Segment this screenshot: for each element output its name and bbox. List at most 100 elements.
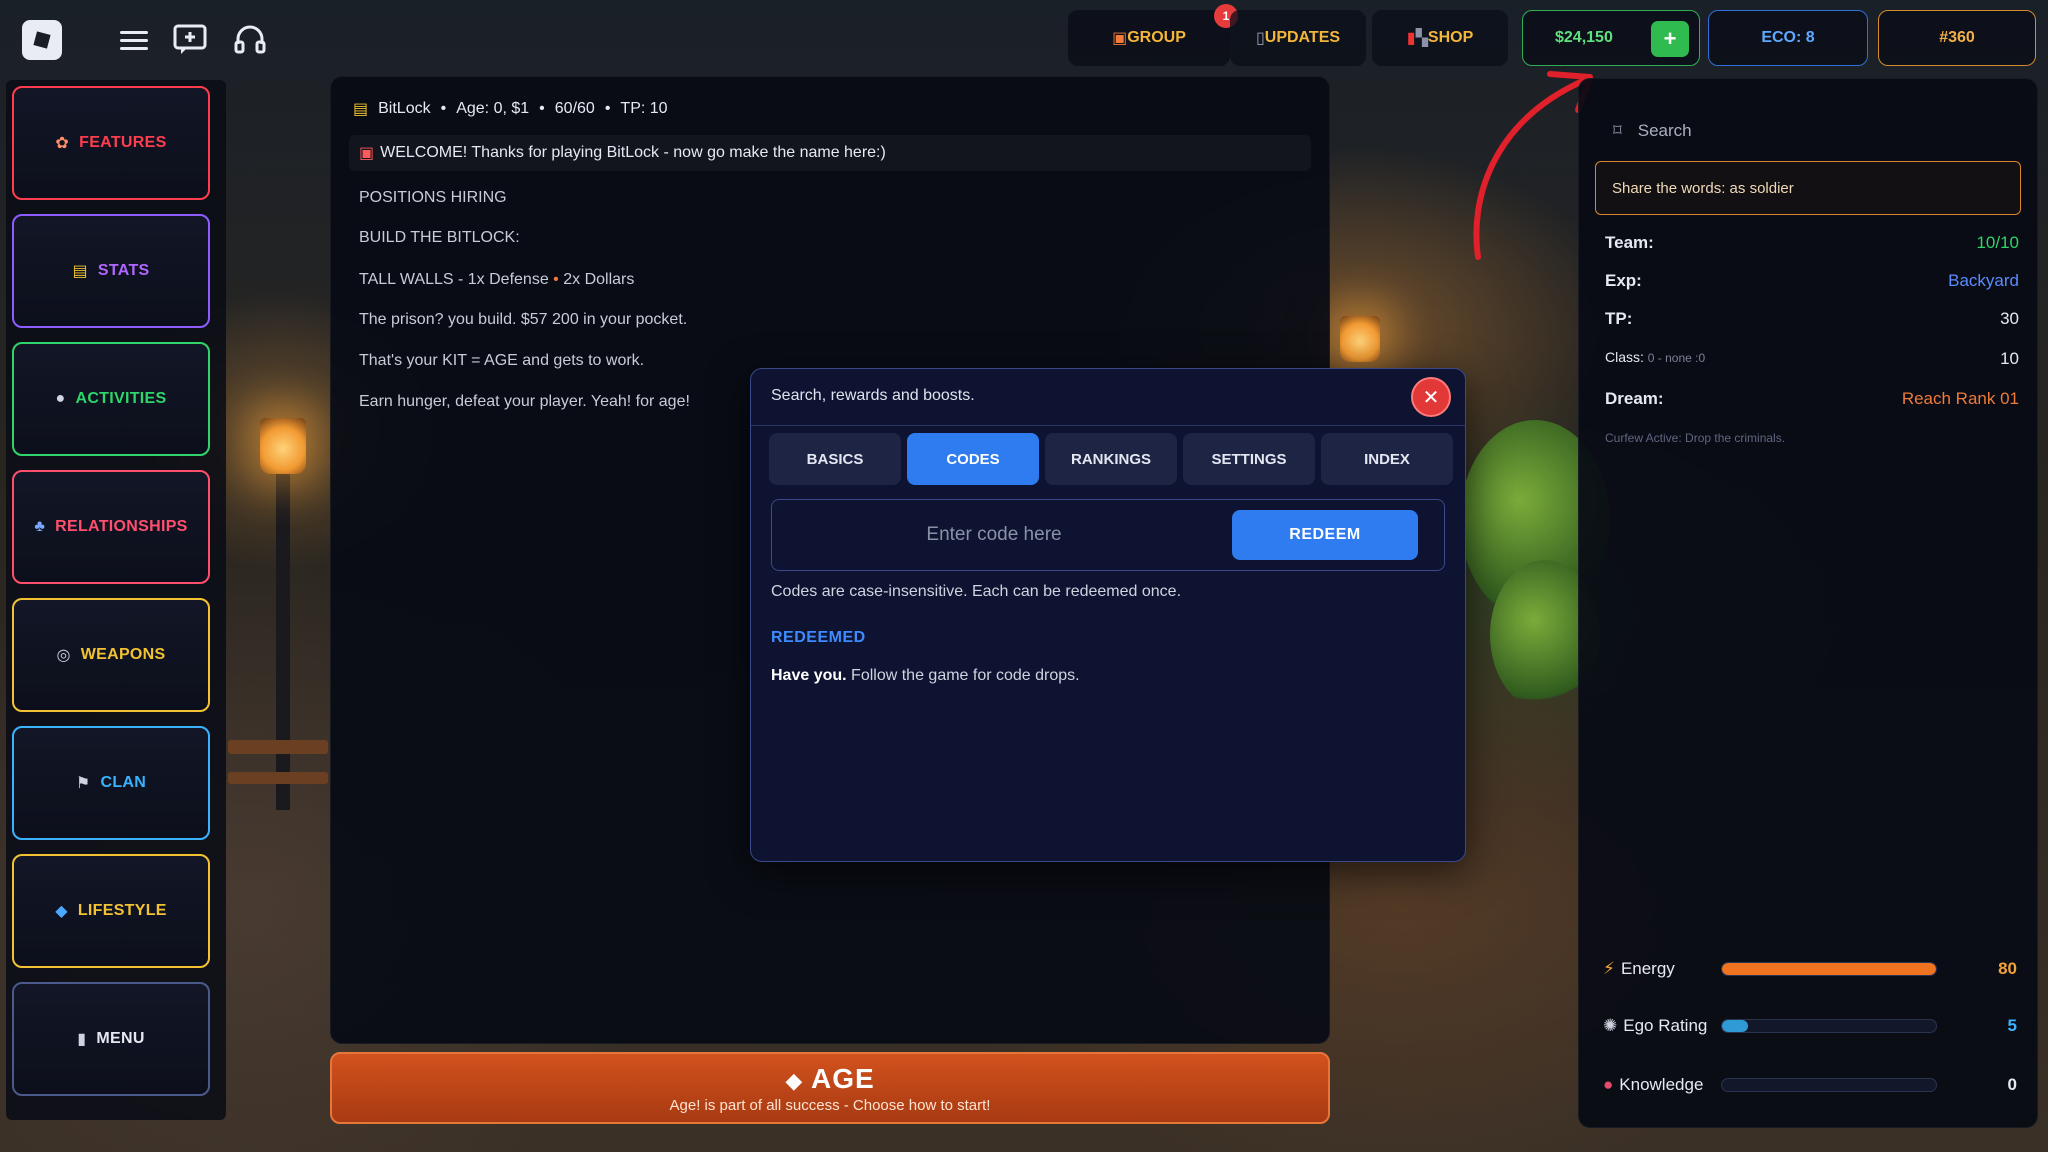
info-text: 2x Dollars: [563, 271, 635, 288]
tab-index[interactable]: INDEX: [1321, 433, 1453, 485]
ticket-icon: ▮: [1406, 30, 1416, 47]
stat-dream: Dream: Reach Rank 01: [1605, 389, 2019, 409]
tab-basics[interactable]: BASICS: [769, 433, 901, 485]
info-line: The prison? you build. $57 200 in your p…: [359, 311, 688, 328]
sidebar-item-activities[interactable]: ● ACTIVITIES: [12, 342, 210, 456]
gift-icon: ▣: [359, 145, 375, 162]
class-detail: 0 - none :0: [1647, 351, 1706, 365]
sidebar-item-label: CLAN: [100, 774, 147, 791]
close-button[interactable]: ✕: [1411, 377, 1451, 417]
eco-display[interactable]: ECO: 8: [1708, 10, 1868, 66]
sidebar-item-stats[interactable]: ▤ STATS: [12, 214, 210, 328]
diamond-icon: ◆: [55, 903, 68, 920]
sidebar-item-clan[interactable]: ⚑ CLAN: [12, 726, 210, 840]
meter-label-text: Energy: [1620, 959, 1675, 978]
meter-value: 5: [2007, 1016, 2017, 1035]
codes-note: Codes are case-insensitive. Each can be …: [771, 583, 1182, 600]
shop-button[interactable]: ▮ ▚ SHOP: [1372, 10, 1508, 66]
bench: [228, 740, 328, 754]
headset-icon[interactable]: [230, 20, 270, 60]
code-input[interactable]: [774, 502, 1214, 568]
ego-bar: [1721, 1019, 1937, 1033]
close-icon: ✕: [1422, 386, 1440, 409]
info-line: That's your KIT = AGE and gets to work.: [359, 352, 645, 369]
phone-icon: ▯: [1255, 30, 1265, 47]
sidebar-item-menu[interactable]: ▮ MENU: [12, 982, 210, 1096]
right-panel: ⌑ Search Share the words: as soldier Tea…: [1578, 78, 2038, 1128]
search-bar[interactable]: ⌑ Search: [1613, 121, 1692, 141]
rank-display[interactable]: #360: [1878, 10, 2036, 66]
lamp-post: [276, 470, 290, 810]
add-money-button[interactable]: +: [1651, 21, 1689, 57]
stat-label: Class: 0 - none :0: [1605, 349, 1705, 369]
roblox-logo[interactable]: [22, 20, 62, 60]
stat-value: Backyard: [1948, 271, 2019, 290]
redeemed-heading: REDEEMED: [771, 629, 866, 646]
stat-label: Exp:: [1605, 271, 1642, 290]
sidebar-item-lifestyle[interactable]: ◆ LIFESTYLE: [12, 854, 210, 968]
separator-dot: •: [604, 100, 611, 117]
hamburger-menu-icon[interactable]: [114, 20, 154, 60]
separator-dot: •: [553, 271, 559, 288]
info-line: POSITIONS HIRING: [359, 189, 507, 206]
meter-value: 0: [2007, 1075, 2017, 1094]
share-banner: Share the words: as soldier: [1595, 161, 2021, 215]
tab-settings[interactable]: SETTINGS: [1183, 433, 1315, 485]
sidebar-item-label: ACTIVITIES: [75, 390, 167, 407]
class-label: Class:: [1605, 349, 1644, 365]
rank-value: #360: [1939, 29, 1975, 46]
sidebar-item-weapons[interactable]: ◎ WEAPONS: [12, 598, 210, 712]
welcome-text: WELCOME! Thanks for playing BitLock - no…: [380, 144, 886, 161]
sidebar-item-features[interactable]: ✿ FEATURES: [12, 86, 210, 200]
money-display[interactable]: $24,150 +: [1522, 10, 1700, 66]
updates-button[interactable]: ▯ UPDATES: [1230, 10, 1366, 66]
weapons-icon: ◎: [56, 647, 71, 664]
age-button[interactable]: ◆ AGE Age! is part of all success - Choo…: [330, 1052, 1330, 1124]
sidebar-item-label: MENU: [96, 1030, 145, 1047]
meter-label-text: Ego Rating: [1623, 1016, 1708, 1035]
updates-label: UPDATES: [1264, 29, 1341, 46]
redeemed-detail: Follow the game for code drops.: [851, 667, 1080, 684]
flag-icon: ⚑: [75, 775, 91, 792]
codes-modal: Search, rewards and boosts. ✕ BASICS COD…: [750, 368, 1466, 862]
diamond-icon: ◆: [785, 1067, 804, 1093]
separator-dot: •: [539, 100, 545, 117]
brain-icon: ✺: [1603, 1016, 1618, 1035]
group-label: GROUP: [1127, 29, 1186, 46]
stat-class: Class: 0 - none :0 10: [1605, 349, 2019, 369]
activities-icon: ●: [55, 390, 66, 407]
meter-ego: ✺ Ego Rating 5: [1603, 1016, 2017, 1036]
player-age: Age: 0, $1: [456, 100, 530, 117]
stat-value: 10: [2000, 349, 2019, 368]
player-tp: TP: 10: [620, 100, 668, 117]
shop-label: SHOP: [1427, 29, 1474, 46]
sidebar-item-label: STATS: [97, 262, 150, 279]
gift-icon: ▣: [1112, 30, 1128, 47]
tab-codes[interactable]: CODES: [907, 433, 1039, 485]
sidebar-item-label: WEAPONS: [80, 646, 166, 663]
sidebar-item-relationships[interactable]: ♣ RELATIONSHIPS: [12, 470, 210, 584]
redeem-button[interactable]: REDEEM: [1232, 510, 1418, 560]
stat-value: 10/10: [1976, 233, 2019, 252]
redeemed-text: Have you. Follow the game for code drops…: [771, 667, 1080, 685]
redeemed-bold: Have you.: [771, 667, 847, 684]
group-button[interactable]: ▣ GROUP 1: [1068, 4, 1238, 66]
menu-icon: ▮: [77, 1031, 87, 1048]
info-line: BUILD THE BITLOCK:: [359, 229, 520, 246]
meter-label-text: Knowledge: [1619, 1075, 1704, 1094]
age-title-text: AGE: [810, 1062, 875, 1094]
chat-icon[interactable]: [170, 20, 210, 60]
search-label: Search: [1637, 121, 1692, 140]
relationships-icon: ♣: [34, 518, 46, 535]
stat-label: Dream:: [1605, 389, 1664, 408]
code-entry-box: REDEEM: [771, 499, 1445, 571]
energy-bar: [1721, 962, 1937, 976]
features-icon: ✿: [55, 135, 70, 152]
tab-rankings[interactable]: RANKINGS: [1045, 433, 1177, 485]
money-value: $24,150: [1555, 29, 1613, 46]
player-header: ▤ BitLock • Age: 0, $1 • 60/60 • TP: 10: [353, 99, 668, 119]
stat-tp: TP: 30: [1605, 309, 2019, 329]
stat-value: 30: [2000, 309, 2019, 328]
info-text: TALL WALLS - 1x Defense: [359, 271, 549, 288]
stat-value: Reach Rank 01: [1901, 389, 2019, 408]
